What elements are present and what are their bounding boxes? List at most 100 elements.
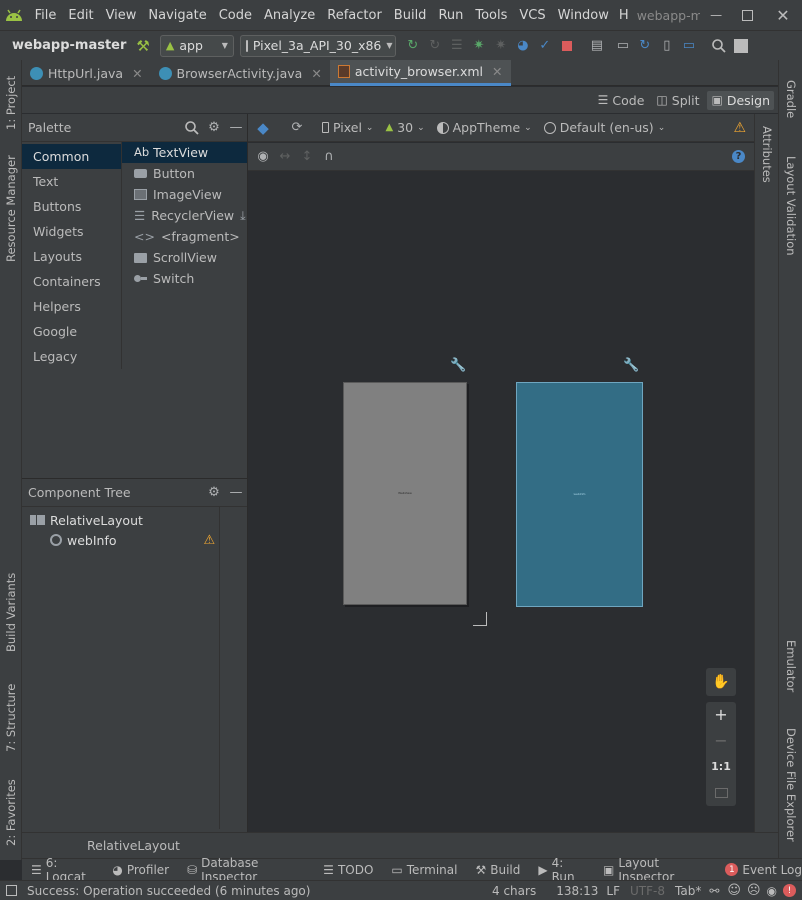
avd-manager-icon[interactable]: ▯ — [656, 35, 678, 57]
close-icon[interactable]: ✕ — [492, 64, 502, 79]
blueprint-preview-screen[interactable]: webInfo — [516, 382, 643, 607]
minimize-panel-icon[interactable]: — — [225, 117, 247, 139]
menu-tools[interactable]: Tools — [469, 8, 513, 23]
warning-icon[interactable]: ⚠ — [733, 120, 746, 136]
warning-icon[interactable]: ⚠ — [203, 533, 215, 548]
close-window-icon[interactable]: ✕ — [764, 6, 802, 25]
download-icon[interactable]: ⤓ — [240, 205, 246, 226]
project-name[interactable]: webapp-master — [12, 38, 126, 53]
device-preview-select[interactable]: Pixel ⌄ — [322, 120, 373, 135]
sync-gradle-icon[interactable]: ↻ — [634, 35, 656, 57]
run-config-select[interactable]: ▲ app ▼ — [159, 34, 234, 57]
tool-todo[interactable]: ☰ TODO — [314, 863, 382, 877]
breadcrumb[interactable]: RelativeLayout — [87, 838, 180, 853]
close-icon[interactable]: ✕ — [311, 66, 321, 81]
menu-edit[interactable]: Edit — [62, 8, 99, 23]
hammer-icon[interactable]: ⚒ — [136, 37, 149, 55]
design-mode-button[interactable]: ▣ Design — [707, 90, 774, 110]
tool-build-variants[interactable]: Build Variants — [4, 562, 18, 652]
category-widgets[interactable]: Widgets — [22, 219, 121, 244]
tool-device-file-explorer[interactable]: Device File Explorer — [784, 728, 798, 848]
inspector-hat-icon[interactable]: ◉ — [767, 884, 777, 898]
menu-analyze[interactable]: Analyze — [258, 8, 321, 23]
debug-icon[interactable]: ✷ — [468, 35, 490, 57]
menu-navigate[interactable]: Navigate — [142, 8, 212, 23]
device-select[interactable]: Pixel_3a_API_30_x86 ▼ — [239, 34, 396, 57]
attach-debugger-icon[interactable]: ✷ — [490, 35, 512, 57]
tool-build[interactable]: ⚒ Build — [466, 863, 529, 877]
coverage-icon[interactable]: ☰ — [446, 35, 468, 57]
category-containers[interactable]: Containers — [22, 269, 121, 294]
menu-vcs[interactable]: VCS — [513, 8, 551, 23]
file-encoding[interactable]: UTF-8 — [630, 884, 665, 898]
line-separator[interactable]: LF — [606, 884, 620, 898]
tool-resource-manager[interactable]: Resource Manager — [4, 152, 18, 262]
palette-item-scrollview[interactable]: ScrollView — [122, 247, 247, 268]
magnet-icon[interactable]: ∩ — [318, 146, 340, 168]
tab-browser-activity[interactable]: BrowserActivity.java ✕ — [151, 60, 330, 86]
eye-icon[interactable]: ◉ — [252, 146, 274, 168]
apply-changes-icon[interactable]: ↻ — [402, 35, 424, 57]
menu-code[interactable]: Code — [213, 8, 258, 23]
zoom-in-icon[interactable]: + — [714, 702, 727, 728]
gear-icon[interactable]: ⚙ — [203, 482, 225, 504]
tool-event-log[interactable]: 1 Event Log — [716, 863, 802, 877]
category-helpers[interactable]: Helpers — [22, 294, 121, 319]
orientation-icon[interactable]: ⟳ — [286, 117, 308, 139]
tool-favorites[interactable]: 2: Favorites — [4, 766, 18, 846]
zoom-fit-icon[interactable] — [714, 780, 728, 806]
menu-view[interactable]: View — [100, 8, 143, 23]
status-message[interactable]: Success: Operation succeeded (6 minutes … — [27, 884, 310, 898]
horizontal-resize-icon[interactable]: ↔ — [274, 146, 296, 168]
zoom-reset-button[interactable]: 1:1 — [711, 754, 731, 780]
tab-activity-browser-xml[interactable]: activity_browser.xml ✕ — [329, 60, 511, 86]
tool-gradle[interactable]: Gradle — [784, 80, 798, 140]
help-icon[interactable]: ? — [732, 150, 745, 163]
pan-hand-icon[interactable]: ✋ — [706, 668, 736, 696]
status-bar-toggle-icon[interactable] — [6, 885, 17, 896]
category-common[interactable]: Common — [22, 144, 121, 169]
error-icon[interactable]: ! — [783, 884, 796, 897]
lock-icon[interactable]: ⚯ — [709, 884, 719, 898]
tool-layout-validation[interactable]: Layout Validation — [784, 156, 798, 266]
category-buttons[interactable]: Buttons — [22, 194, 121, 219]
profile-icon[interactable]: ◕ — [512, 35, 534, 57]
tool-project[interactable]: 1: Project — [4, 66, 18, 130]
wrench-icon[interactable]: 🔧 — [623, 358, 639, 373]
tool-structure[interactable]: 7: Structure — [4, 672, 18, 752]
minimize-panel-icon[interactable]: — — [225, 482, 247, 504]
design-preview-screen[interactable]: WebView — [343, 382, 467, 605]
happy-face-icon[interactable]: ☺ — [727, 883, 741, 898]
menu-refactor[interactable]: Refactor — [321, 8, 388, 23]
menu-build[interactable]: Build — [388, 8, 433, 23]
sad-face-icon[interactable]: ☹ — [747, 883, 761, 898]
project-structure-icon[interactable]: ▤ — [586, 35, 608, 57]
search-icon[interactable] — [181, 117, 203, 139]
category-text[interactable]: Text — [22, 169, 121, 194]
palette-item-textview[interactable]: Ab TextView — [122, 142, 247, 163]
menu-help[interactable]: H — [615, 8, 633, 23]
resize-handle-icon[interactable] — [473, 612, 487, 626]
theme-select[interactable]: AppTheme ⌄ — [436, 120, 532, 135]
tool-terminal[interactable]: ▭ Terminal — [382, 863, 466, 877]
tool-profiler[interactable]: ◕ Profiler — [103, 863, 178, 877]
palette-item-imageview[interactable]: ImageView — [122, 184, 247, 205]
menu-file[interactable]: File — [29, 8, 63, 23]
zoom-out-icon[interactable]: − — [714, 728, 727, 754]
avatar[interactable] — [730, 35, 752, 57]
vertical-resize-icon[interactable]: ↕ — [296, 146, 318, 168]
code-mode-button[interactable]: ☰ Code — [594, 91, 649, 110]
tree-node-webinfo[interactable]: webInfo ⚠ — [22, 530, 219, 550]
cursor-position[interactable]: 138:13 — [556, 884, 598, 898]
category-google[interactable]: Google — [22, 319, 121, 344]
tree-node-relativelayout[interactable]: RelativeLayout — [22, 510, 219, 530]
category-legacy[interactable]: Legacy — [22, 344, 121, 369]
palette-item-fragment[interactable]: <> <fragment> — [122, 226, 247, 247]
stop-icon[interactable] — [556, 35, 578, 57]
palette-item-recyclerview[interactable]: ☰ RecyclerView ⤓ — [122, 205, 247, 226]
tool-emulator[interactable]: Emulator — [784, 640, 798, 706]
menu-window[interactable]: Window — [552, 8, 615, 23]
search-everywhere-icon[interactable] — [708, 35, 730, 57]
wrench-icon[interactable]: 🔧 — [450, 358, 466, 373]
close-icon[interactable]: ✕ — [132, 66, 142, 81]
